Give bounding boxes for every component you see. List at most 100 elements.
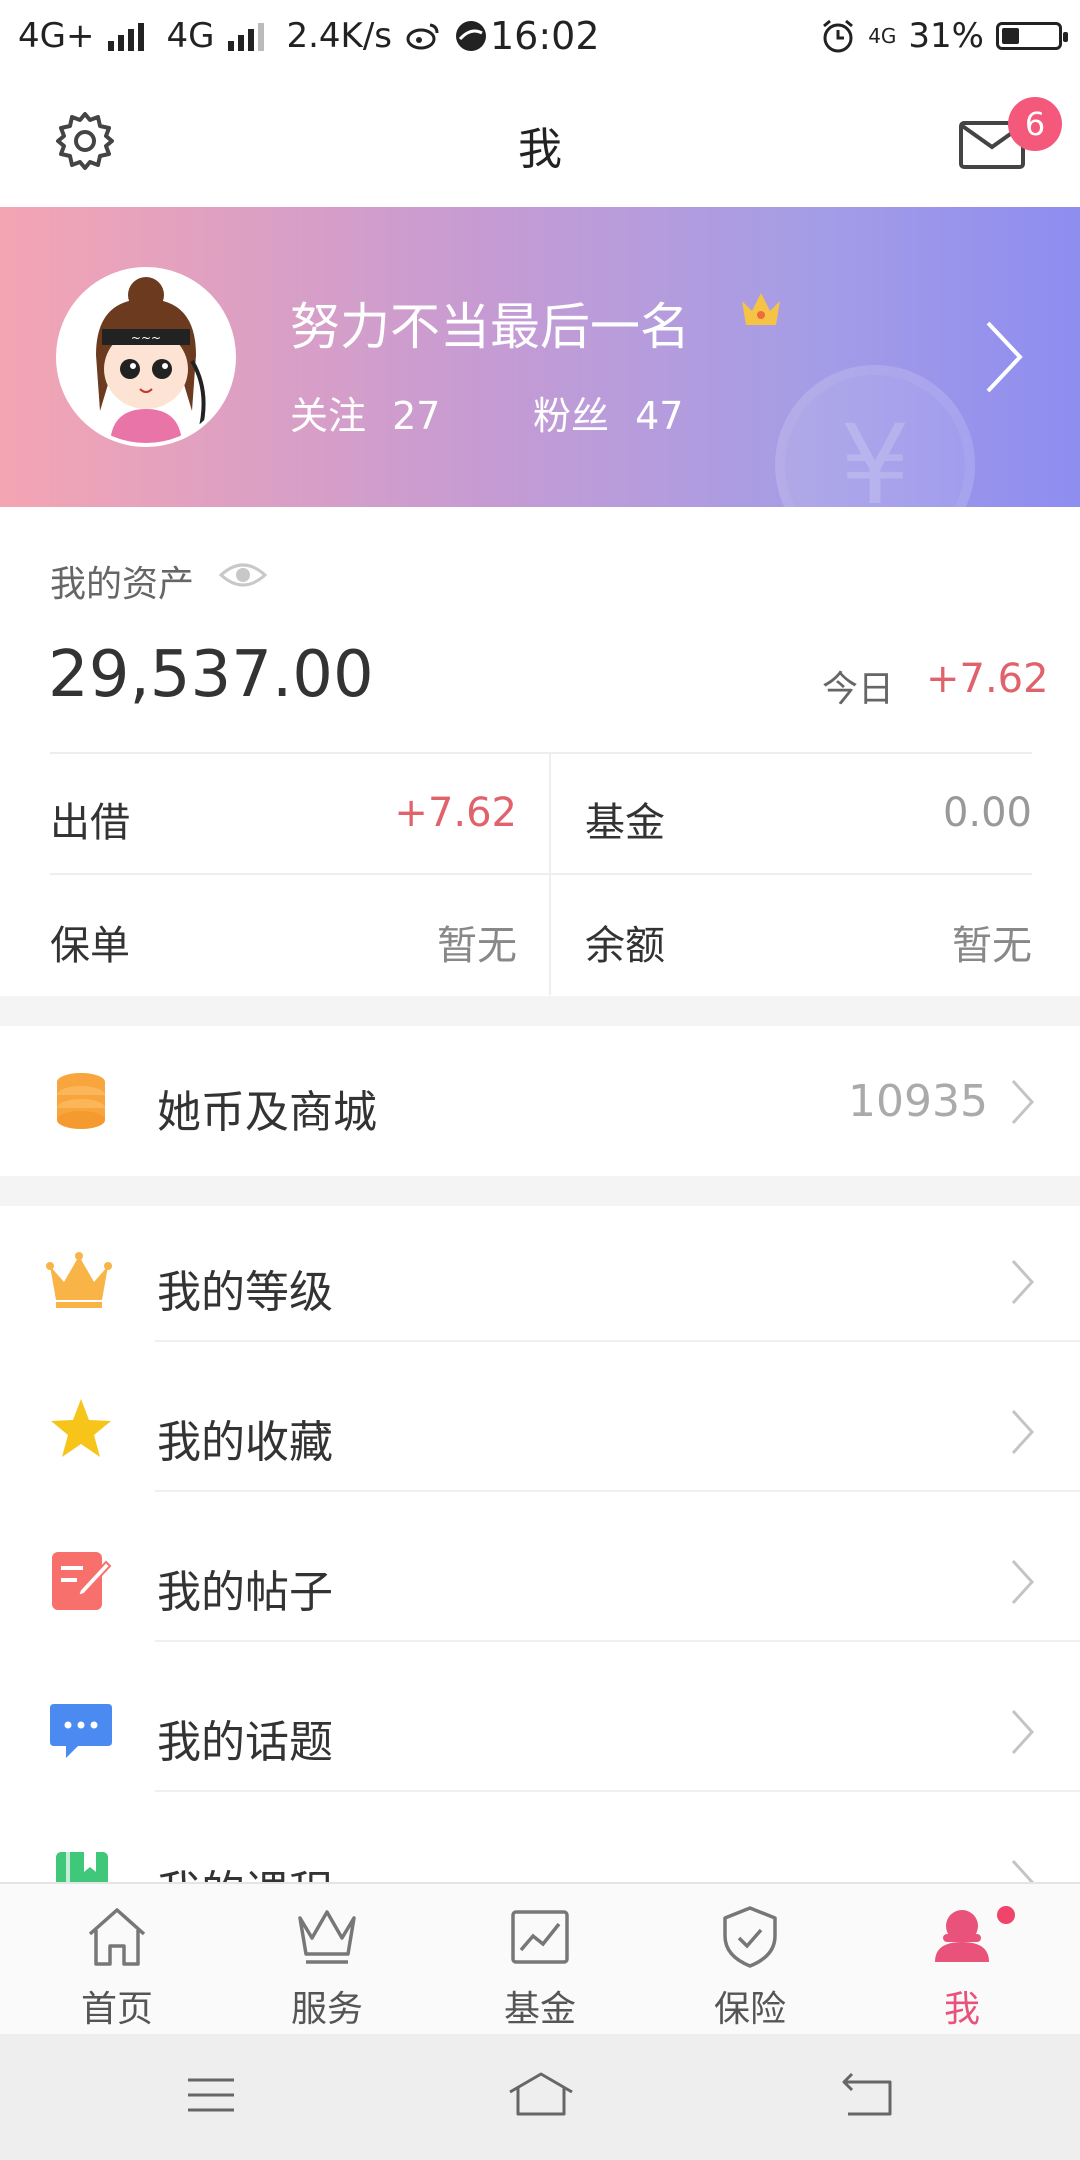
status-left: 4G+ 4G 2.4K/s (18, 16, 488, 56)
asset-cell-fund[interactable]: 基金 0.00 (551, 752, 1080, 873)
menu-item-level[interactable]: 我的等级 (0, 1206, 1080, 1356)
chevron-right-icon[interactable] (982, 317, 1026, 397)
post-edit-icon (52, 1552, 112, 1610)
tab-label: 首页 (80, 1989, 153, 2030)
chevron-right-icon (1011, 1079, 1035, 1125)
asset-cell-label: 出借 (50, 800, 130, 846)
signal-icon (228, 23, 265, 51)
follow-stat[interactable]: 关注 27 (290, 385, 440, 440)
chat-bubble-icon (50, 1704, 112, 1758)
menu-item-posts[interactable]: 我的帖子 (0, 1506, 1080, 1656)
nickname: 努力不当最后一名 (290, 298, 690, 356)
divider (155, 1340, 1080, 1342)
chevron-right-icon (1011, 1709, 1035, 1755)
tab-me[interactable]: 我 (887, 1884, 1037, 2036)
chevron-right-icon (1011, 1259, 1035, 1305)
tab-fund[interactable]: 基金 (465, 1884, 615, 2036)
menu-item-label: 我的话题 (157, 1717, 333, 1768)
crown-icon (742, 293, 780, 325)
menu-item-topics[interactable]: 我的话题 (0, 1656, 1080, 1806)
coins-label: 她币及商城 (157, 1087, 377, 1138)
assets-label: 我的资产 (50, 564, 195, 605)
weibo-icon (406, 23, 439, 50)
fans-stat[interactable]: 粉丝 47 (533, 385, 683, 440)
status-bar: 4G+ 4G 2.4K/s 16:02 4G 31% (0, 0, 1080, 75)
crown-icon (46, 1252, 112, 1308)
battery-percent: 31% (908, 16, 984, 56)
fans-label: 粉丝 (533, 394, 610, 438)
book-icon (56, 1852, 108, 1882)
asset-cell-value: +7.62 (394, 790, 517, 836)
menu-icon[interactable] (186, 2070, 236, 2120)
unread-badge: 6 (1008, 97, 1062, 151)
notification-dot (997, 1906, 1015, 1924)
menu-item-label: 我的等级 (157, 1267, 333, 1318)
chart-icon (511, 1910, 569, 1964)
avatar-illustration: ~~~ (60, 271, 232, 443)
menu-list: 我的等级 我的收藏 我的帖子 我的话题 (0, 1206, 1080, 1882)
status-time: 16:02 (490, 14, 600, 58)
chevron-right-icon (1011, 1409, 1035, 1455)
asset-cell-balance[interactable]: 余额 暂无 (551, 875, 1080, 995)
asset-cell-label: 保单 (50, 923, 130, 969)
menu-item-label: 我的课程 (157, 1856, 333, 1882)
asset-cell-lending[interactable]: 出借 +7.62 (0, 752, 549, 873)
chevron-right-icon (1011, 1559, 1035, 1605)
home-button-icon[interactable] (506, 2070, 576, 2120)
tab-services[interactable]: 服务 (252, 1884, 402, 2036)
asset-cell-label: 基金 (585, 800, 665, 846)
divider (155, 1640, 1080, 1642)
signal-icon (108, 23, 145, 51)
crown-outline-icon (298, 1910, 356, 1964)
coins-mall-row[interactable]: 她币及商城 10935 (0, 1026, 1080, 1176)
network-speed: 2.4K/s (286, 16, 392, 56)
tab-label: 保险 (713, 1989, 786, 2030)
tab-label: 基金 (503, 1989, 576, 2030)
follow-label: 关注 (290, 394, 367, 438)
tab-insurance[interactable]: 保险 (675, 1884, 825, 2036)
tab-home[interactable]: 首页 (42, 1884, 192, 2036)
menu-item-favorites[interactable]: 我的收藏 (0, 1356, 1080, 1506)
asset-cell-value: 0.00 (942, 790, 1032, 836)
bottom-tab-bar: 首页 服务 基金 保险 我 (0, 1882, 1080, 2036)
home-icon (88, 1908, 146, 1966)
eye-icon[interactable] (218, 555, 268, 595)
star-icon (51, 1399, 111, 1457)
system-navigation-bar (0, 2034, 1080, 2160)
coins-value: 10935 (848, 1076, 988, 1127)
shield-icon (723, 1906, 777, 1968)
network-type-1: 4G+ (18, 16, 95, 56)
asset-cell-policy[interactable]: 保单 暂无 (0, 875, 549, 995)
avatar[interactable]: ~~~ (56, 267, 236, 447)
section-gap (0, 1176, 1080, 1206)
coin-stack-icon (57, 1073, 105, 1129)
assets-total: 29,537.00 (48, 638, 374, 712)
battery-level (1002, 28, 1019, 44)
section-gap (0, 996, 1080, 1026)
menu-item-courses[interactable]: 我的课程 (0, 1806, 1080, 1882)
chevron-right-icon (1011, 1859, 1035, 1882)
profile-banner[interactable]: ¥ ~~~ 努力不当最后一名 关注 27 粉丝 47 (0, 207, 1080, 507)
asset-cell-value: 暂无 (437, 923, 517, 969)
divider (155, 1490, 1080, 1492)
app-notification-icon (456, 21, 486, 51)
battery-icon (996, 22, 1068, 50)
back-icon[interactable] (840, 2070, 896, 2120)
fans-count: 47 (635, 394, 684, 438)
data-indicator: 4G (868, 24, 897, 48)
top-navigation: 我 6 (0, 75, 1080, 207)
today-label: 今日 (822, 669, 895, 710)
menu-item-label: 我的收藏 (157, 1417, 333, 1468)
divider (155, 1790, 1080, 1792)
alarm-icon (823, 19, 854, 53)
asset-cell-label: 余额 (585, 923, 665, 969)
tab-label: 服务 (290, 1989, 363, 2030)
asset-cell-value: 暂无 (952, 923, 1032, 969)
network-type-2: 4G (166, 16, 215, 56)
svg-text:~~~: ~~~ (131, 331, 161, 345)
yuan-watermark-icon: ¥ (775, 365, 975, 507)
user-icon (935, 1910, 989, 1962)
status-right: 4G 31% (820, 16, 1068, 56)
today-value: +7.62 (926, 656, 1049, 702)
tab-label: 我 (943, 1989, 980, 2030)
